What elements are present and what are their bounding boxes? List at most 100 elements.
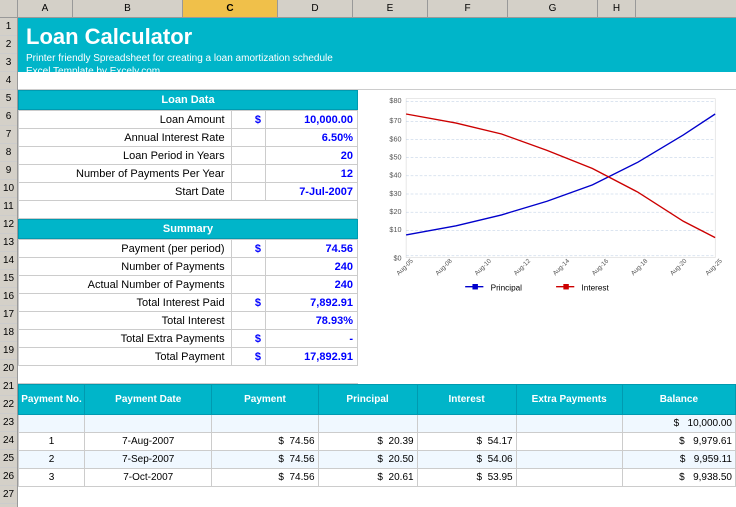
amort-extra-0 <box>516 415 622 433</box>
row-numbers: 1 2 3 4 5 6 7 8 9 10 11 12 13 14 15 16 1… <box>0 18 18 507</box>
col-header-payment-no: Payment No. <box>19 385 85 415</box>
amort-principal-2: $ 20.50 <box>318 451 417 469</box>
amort-row-0: $ 10,000.00 <box>19 415 736 433</box>
col-header-payment: Payment <box>212 385 318 415</box>
actual-num-payments-label: Actual Number of Payments <box>19 276 232 294</box>
amortization-section: Payment No. Payment Date Payment Princip… <box>18 384 736 487</box>
interest-rate-row: Annual Interest Rate 6.50% <box>19 129 358 147</box>
start-date-label: Start Date <box>19 183 232 201</box>
summary-table: Payment (per period) $ 74.56 Number of P… <box>18 239 358 366</box>
row-num-11: 11 <box>0 198 17 216</box>
payment-per-period-row: Payment (per period) $ 74.56 <box>19 240 358 258</box>
loan-data-table: Loan Amount $ 10,000.00 Annual Interest … <box>18 110 358 201</box>
amort-date-3: 7-Oct-2007 <box>85 469 212 487</box>
start-date-value[interactable]: 7-Jul-2007 <box>266 183 358 201</box>
data-chart-area: Loan Data Loan Amount $ 10,000.00 Annual… <box>18 90 736 384</box>
row-num-25: 25 <box>0 450 17 468</box>
svg-text:$20: $20 <box>389 207 401 216</box>
row-num-19: 19 <box>0 342 17 360</box>
amort-extra-2 <box>516 451 622 469</box>
svg-text:$50: $50 <box>389 152 401 161</box>
amort-row-1: 1 7-Aug-2007 $ 74.56 $ 20.39 $ 54.17 $ 9… <box>19 433 736 451</box>
amort-no-3: 3 <box>19 469 85 487</box>
svg-text:$0: $0 <box>393 253 401 262</box>
start-date-dollar <box>231 183 265 201</box>
row-num-21: 21 <box>0 378 17 396</box>
row-num-2: 2 <box>0 36 17 54</box>
rows-area: 1 2 3 4 5 6 7 8 9 10 11 12 13 14 15 16 1… <box>0 18 736 507</box>
amort-balance-3: $ 9,938.50 <box>622 469 735 487</box>
svg-text:$80: $80 <box>389 96 401 105</box>
svg-text:$10: $10 <box>389 225 401 234</box>
row-13-spacer <box>18 201 358 219</box>
amort-payment-1: $ 74.56 <box>212 433 318 451</box>
loan-amount-dollar: $ <box>231 111 265 129</box>
actual-num-payments-value: 240 <box>266 276 358 294</box>
row-num-15: 15 <box>0 270 17 288</box>
summary-header: Summary <box>18 219 358 239</box>
interest-rate-value[interactable]: 6.50% <box>266 129 358 147</box>
amort-balance-2: $ 9,959.11 <box>622 451 735 469</box>
loan-amount-label: Loan Amount <box>19 111 232 129</box>
amort-interest-3: $ 53.95 <box>417 469 516 487</box>
amort-interest-1: $ 54.17 <box>417 433 516 451</box>
title-section: Loan Calculator Printer friendly Spreads… <box>18 18 736 72</box>
col-header-extra-payments: Extra Payments <box>516 385 622 415</box>
row-num-1: 1 <box>0 18 17 36</box>
row-num-3: 3 <box>0 54 17 72</box>
col-header-e: E <box>353 0 428 17</box>
amort-interest-0 <box>417 415 516 433</box>
interest-rate-dollar <box>231 129 265 147</box>
left-panel: Loan Data Loan Amount $ 10,000.00 Annual… <box>18 90 358 384</box>
total-interest-paid-value: 7,892.91 <box>266 294 358 312</box>
row-num-6: 6 <box>0 108 17 126</box>
col-header-balance: Balance <box>622 385 735 415</box>
amort-payment-0 <box>212 415 318 433</box>
total-payment-label: Total Payment <box>19 348 232 366</box>
payments-per-year-value[interactable]: 12 <box>266 165 358 183</box>
amort-extra-3 <box>516 469 622 487</box>
row-num-26: 26 <box>0 468 17 486</box>
col-header-c: C <box>183 0 278 17</box>
amort-balance-1: $ 9,979.61 <box>622 433 735 451</box>
svg-text:$70: $70 <box>389 116 401 125</box>
svg-text:Aug-18: Aug-18 <box>630 257 650 277</box>
row-num-7: 7 <box>0 126 17 144</box>
col-header-b: B <box>73 0 183 17</box>
interest-rate-label: Annual Interest Rate <box>19 129 232 147</box>
row-num-20: 20 <box>0 360 17 378</box>
num-payments-row: Number of Payments 240 <box>19 258 358 276</box>
col-header-h: H <box>598 0 636 17</box>
amort-no-0 <box>19 415 85 433</box>
payment-per-period-label: Payment (per period) <box>19 240 232 258</box>
row-num-9: 9 <box>0 162 17 180</box>
row-num-4: 4 <box>0 72 17 90</box>
svg-text:Principal: Principal <box>491 283 523 292</box>
row-num-12: 12 <box>0 216 17 234</box>
amort-date-2: 7-Sep-2007 <box>85 451 212 469</box>
svg-text:$40: $40 <box>389 171 401 180</box>
col-header-principal: Principal <box>318 385 417 415</box>
loan-period-value[interactable]: 20 <box>266 147 358 165</box>
start-date-row: Start Date 7-Jul-2007 <box>19 183 358 201</box>
total-interest-pct-value: 78.93% <box>266 312 358 330</box>
col-header-g: G <box>508 0 598 17</box>
row-num-16: 16 <box>0 288 17 306</box>
actual-num-payments-row: Actual Number of Payments 240 <box>19 276 358 294</box>
payments-per-year-row: Number of Payments Per Year 12 <box>19 165 358 183</box>
svg-text:$60: $60 <box>389 134 401 143</box>
main-content: Loan Calculator Printer friendly Spreads… <box>18 18 736 507</box>
amort-extra-1 <box>516 433 622 451</box>
svg-text:Aug-12: Aug-12 <box>513 257 533 277</box>
svg-text:$30: $30 <box>389 189 401 198</box>
row-num-13: 13 <box>0 234 17 252</box>
amortization-table: Payment No. Payment Date Payment Princip… <box>18 384 736 487</box>
row-num-14: 14 <box>0 252 17 270</box>
row-num-22: 22 <box>0 396 17 414</box>
amort-principal-3: $ 20.61 <box>318 469 417 487</box>
svg-text:Aug-10: Aug-10 <box>473 257 493 277</box>
excely-link[interactable]: Excely.com <box>110 66 160 77</box>
col-header-interest: Interest <box>417 385 516 415</box>
payments-per-year-dollar <box>231 165 265 183</box>
loan-amount-value[interactable]: 10,000.00 <box>266 111 358 129</box>
